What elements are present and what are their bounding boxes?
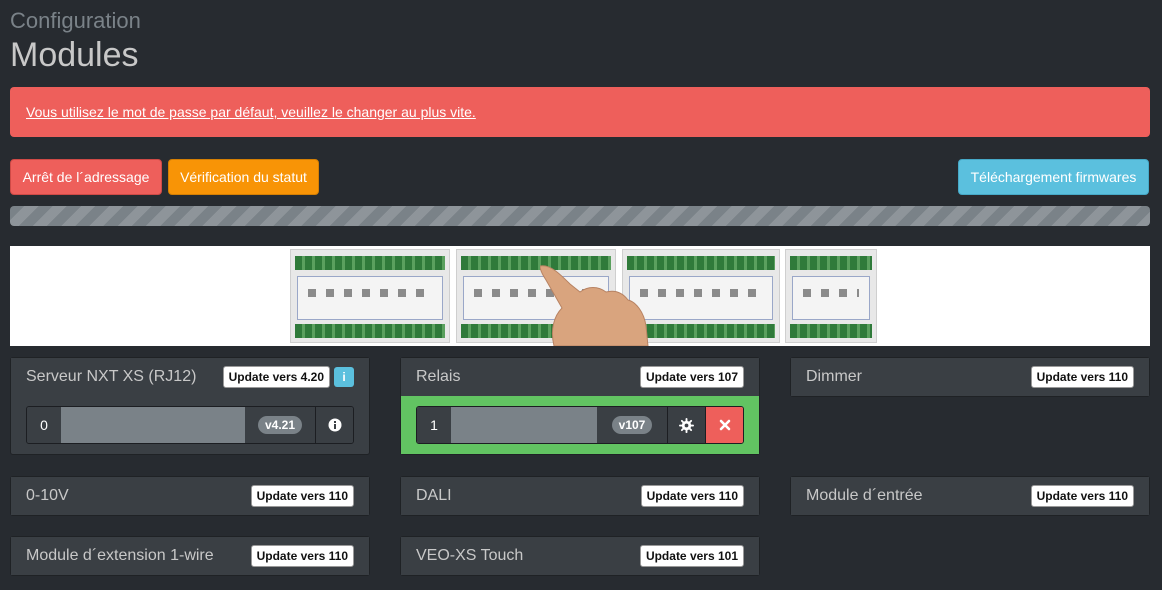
update-button[interactable]: Update vers 4.20 <box>222 366 330 388</box>
download-firmware-button[interactable]: Téléchargement firmwares <box>958 159 1149 195</box>
panel-title: Serveur NXT XS (RJ12) <box>26 368 197 385</box>
update-button[interactable]: Update vers 110 <box>1030 485 1134 507</box>
pointing-hand-icon <box>540 265 649 346</box>
panel-server-nxt-xs: Serveur NXT XS (RJ12) Update vers 4.20 i… <box>10 357 370 455</box>
panel-input-module: Module d´entrée Update vers 110 <box>790 476 1150 516</box>
panel-title: DALI <box>416 487 452 504</box>
panel-title: Dimmer <box>806 368 862 385</box>
module-version-badge: v107 <box>611 416 653 434</box>
module-delete-button[interactable] <box>705 407 743 443</box>
update-button[interactable]: Update vers 110 <box>1030 366 1134 388</box>
stop-addressing-button[interactable]: Arrêt de l´adressage <box>10 159 162 195</box>
module-row: 1 v107 <box>416 406 744 444</box>
close-icon <box>719 419 730 431</box>
module-version-badge: v4.21 <box>257 416 303 434</box>
info-icon <box>328 418 341 432</box>
info-icon[interactable]: i <box>334 367 354 387</box>
panel-title: Module d´extension 1-wire <box>26 547 214 564</box>
gear-icon <box>679 417 694 433</box>
page-title: Modules <box>10 36 139 74</box>
modules-banner-image <box>10 246 1150 346</box>
panel-title: Relais <box>416 368 461 385</box>
panel-title: Module d´entrée <box>806 487 923 504</box>
module-index: 0 <box>27 407 61 443</box>
module-status-bar <box>451 407 597 443</box>
panel-title: VEO-XS Touch <box>416 547 524 564</box>
update-button[interactable]: Update vers 110 <box>640 485 744 507</box>
panel-relais: Relais Update vers 107 1 v107 <box>400 357 760 455</box>
module-info-button[interactable] <box>315 407 353 443</box>
panel-dali: DALI Update vers 110 <box>400 476 760 516</box>
addressing-progress-bar <box>10 206 1150 226</box>
update-button[interactable]: Update vers 101 <box>639 545 744 567</box>
default-password-alert: Vous utilisez le mot de passe par défaut… <box>10 87 1150 137</box>
module-row: 0 v4.21 <box>26 406 354 444</box>
panel-dimmer: Dimmer Update vers 110 <box>790 357 1150 397</box>
change-password-link[interactable]: Vous utilisez le mot de passe par défaut… <box>26 104 476 120</box>
module-device-image <box>785 249 877 343</box>
update-button[interactable]: Update vers 110 <box>250 545 354 567</box>
update-button[interactable]: Update vers 110 <box>250 485 354 507</box>
panel-0-10v: 0-10V Update vers 110 <box>10 476 370 516</box>
module-index: 1 <box>417 407 451 443</box>
panel-1wire-extension: Module d´extension 1-wire Update vers 11… <box>10 536 370 576</box>
update-button[interactable]: Update vers 107 <box>639 366 744 388</box>
page-subtitle: Configuration <box>10 8 141 33</box>
panel-title: 0-10V <box>26 487 69 504</box>
module-status-bar <box>61 407 245 443</box>
module-settings-button[interactable] <box>667 407 705 443</box>
check-status-button[interactable]: Vérification du statut <box>168 159 319 195</box>
module-device-image <box>290 249 450 343</box>
panel-veo-xs-touch: VEO-XS Touch Update vers 101 <box>400 536 760 576</box>
